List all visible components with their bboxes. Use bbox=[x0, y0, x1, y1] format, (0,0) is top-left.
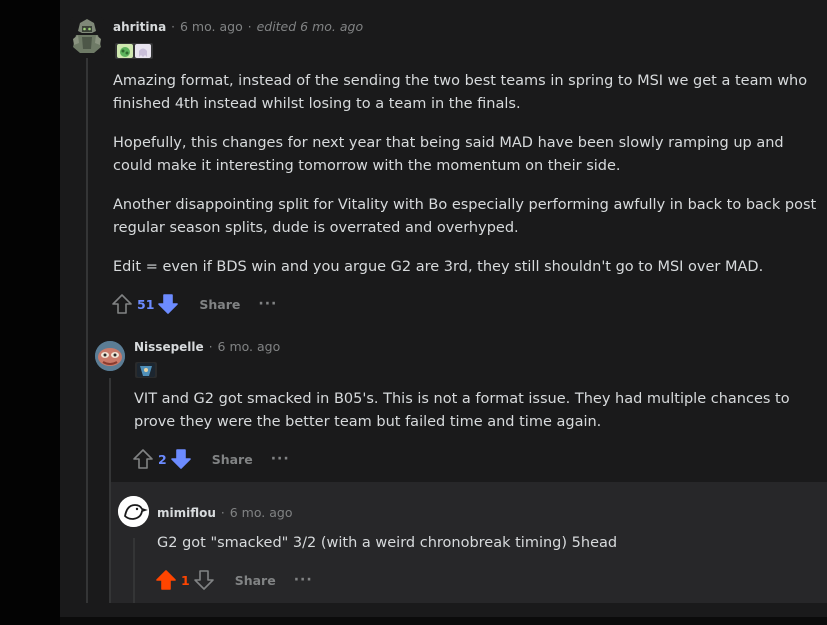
upvote-arrow-icon bbox=[133, 449, 153, 469]
avatar-bird-icon bbox=[118, 496, 149, 527]
upvote-button[interactable] bbox=[132, 448, 154, 470]
separator: · bbox=[220, 505, 225, 520]
avatar-armored-figure-icon bbox=[70, 17, 104, 55]
more-options-button[interactable]: ··· bbox=[271, 452, 290, 466]
downvote-arrow-icon bbox=[193, 570, 214, 590]
author-name[interactable]: ahritina bbox=[113, 20, 166, 34]
vote-score: 51 bbox=[137, 296, 155, 312]
upvote-arrow-icon bbox=[112, 294, 132, 314]
author-name[interactable]: mimiflou bbox=[157, 506, 216, 520]
thread-line-level3[interactable] bbox=[133, 538, 135, 603]
share-button[interactable]: Share bbox=[199, 297, 240, 312]
edited-timestamp: edited 6 mo. ago bbox=[256, 19, 364, 34]
downvote-button[interactable] bbox=[193, 569, 215, 591]
upvote-button[interactable] bbox=[155, 569, 177, 591]
timestamp[interactable]: 6 mo. ago bbox=[180, 19, 243, 34]
timestamp[interactable]: 6 mo. ago bbox=[218, 339, 281, 354]
separator: · bbox=[247, 19, 252, 34]
comment-paragraph: G2 got "smacked" 3/2 (with a weird chron… bbox=[157, 535, 618, 551]
avatar[interactable] bbox=[118, 496, 149, 527]
share-button[interactable]: Share bbox=[235, 573, 276, 588]
comment-body: VIT and G2 got smacked in B05's. This is… bbox=[134, 388, 804, 450]
avatar[interactable] bbox=[95, 341, 125, 371]
comment-paragraph: Another disappointing split for Vitality… bbox=[113, 197, 817, 236]
comment-meta: Nissepelle · 6 mo. ago bbox=[134, 339, 280, 354]
more-options-button[interactable]: ··· bbox=[258, 297, 277, 311]
comment-paragraph: VIT and G2 got smacked in B05's. This is… bbox=[134, 391, 790, 430]
downvote-button[interactable] bbox=[170, 448, 192, 470]
share-button[interactable]: Share bbox=[212, 452, 253, 467]
thread-line-level1[interactable] bbox=[86, 58, 88, 603]
comment-actions: 51 Share ··· bbox=[111, 291, 277, 317]
downvote-arrow-icon bbox=[170, 449, 191, 469]
user-flair bbox=[135, 362, 157, 378]
avatar[interactable] bbox=[70, 17, 104, 55]
flair-team-icon bbox=[137, 363, 155, 377]
downvote-arrow-icon bbox=[158, 294, 179, 314]
panel-bottom-edge bbox=[60, 617, 827, 625]
flair-leaf-icon bbox=[117, 44, 133, 58]
comment-body: Amazing format, instead of the sending t… bbox=[113, 70, 818, 296]
user-flair bbox=[115, 43, 153, 59]
vote-score: 2 bbox=[158, 451, 167, 467]
comment-paragraph: Amazing format, instead of the sending t… bbox=[113, 73, 808, 112]
timestamp[interactable]: 6 mo. ago bbox=[230, 505, 293, 520]
flair-ghost-icon bbox=[135, 44, 151, 58]
upvote-button[interactable] bbox=[111, 293, 133, 315]
comment-meta: mimiflou · 6 mo. ago bbox=[157, 505, 292, 520]
comment-body: G2 got "smacked" 3/2 (with a weird chron… bbox=[157, 532, 797, 572]
thread-line-level2[interactable] bbox=[109, 378, 111, 603]
comment-actions: 2 Share ··· bbox=[132, 446, 290, 472]
avatar-character-icon bbox=[95, 341, 125, 371]
vote-score: 1 bbox=[181, 572, 190, 588]
separator: · bbox=[208, 339, 213, 354]
upvote-arrow-icon bbox=[156, 570, 176, 590]
comment-paragraph: Edit = even if BDS win and you argue G2 … bbox=[113, 259, 764, 275]
comment-paragraph: Hopefully, this changes for next year th… bbox=[113, 135, 784, 174]
downvote-button[interactable] bbox=[157, 293, 179, 315]
more-options-button[interactable]: ··· bbox=[294, 573, 313, 587]
comment-actions: 1 Share ··· bbox=[155, 567, 313, 593]
author-name[interactable]: Nissepelle bbox=[134, 340, 204, 354]
separator: · bbox=[171, 19, 175, 34]
comment-meta: ahritina · 6 mo. ago · edited 6 mo. ago bbox=[113, 19, 363, 34]
